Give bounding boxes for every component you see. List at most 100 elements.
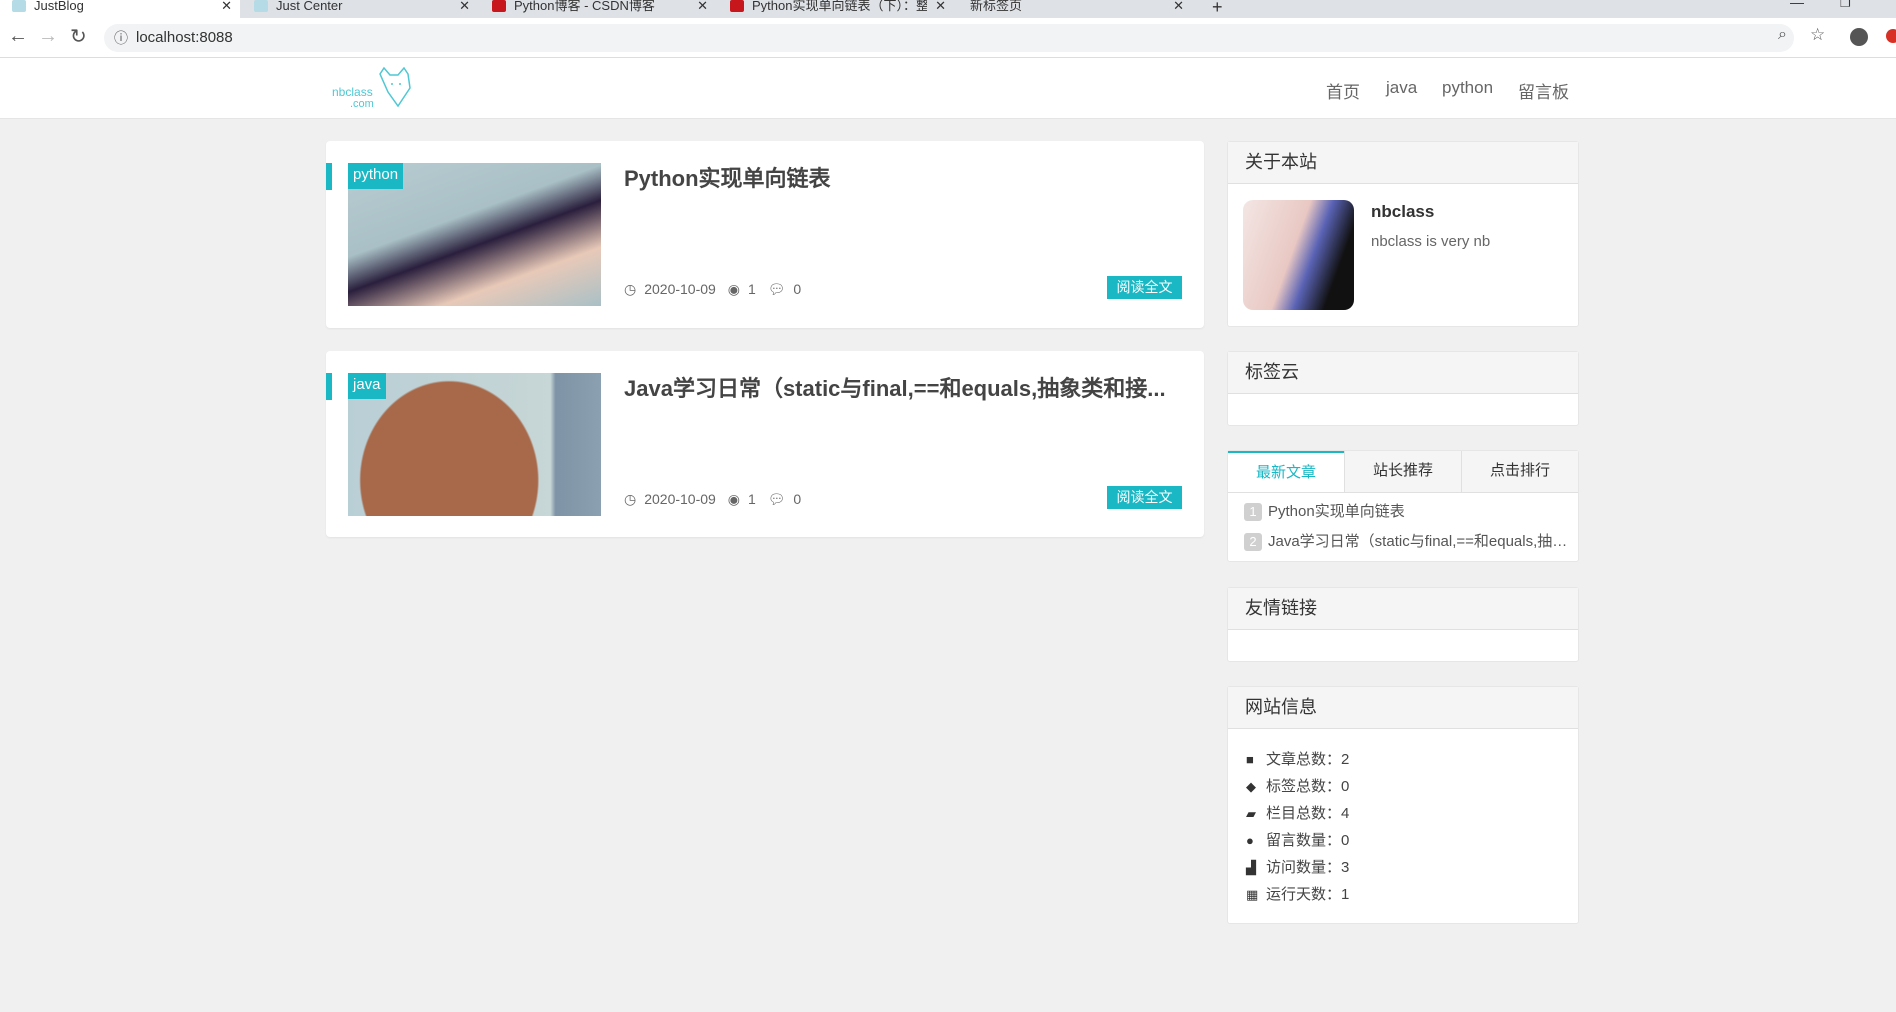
eye-icon: ◉ xyxy=(727,281,740,297)
csdn-icon xyxy=(492,0,506,12)
browser-tab[interactable]: Just Center ✕ xyxy=(242,0,478,18)
stat-value: 0 xyxy=(1341,832,1350,849)
forward-icon[interactable]: → xyxy=(38,25,58,48)
category-badge[interactable]: java xyxy=(348,373,386,399)
tab-title: Python博客 - CSDN博客 xyxy=(514,0,655,13)
favicon-icon xyxy=(254,0,268,12)
profile-icon[interactable] xyxy=(1850,28,1868,46)
svg-text:nbclass: nbclass xyxy=(332,85,373,99)
stat-label: 文章总数： xyxy=(1266,751,1342,768)
stat-label: 留言数量： xyxy=(1266,832,1342,849)
stat-label: 运行天数： xyxy=(1266,886,1342,903)
post-date: 2020-10-09 xyxy=(644,281,716,297)
eye-icon: ◉ xyxy=(727,491,740,507)
author-name: nbclass xyxy=(1371,202,1435,221)
comment-icon: 💬︎ xyxy=(767,281,786,297)
stat-value: 2 xyxy=(1341,751,1350,768)
post-meta: ◷ 2020-10-09 ◉ 1 💬︎ 0 xyxy=(624,491,809,508)
tab-title: Just Center xyxy=(276,0,343,13)
bookmark-star-icon[interactable]: ☆ xyxy=(1810,25,1825,45)
accent-bar xyxy=(326,373,332,400)
minimize-button[interactable]: — xyxy=(1790,0,1804,10)
stat-label: 栏目总数： xyxy=(1266,805,1342,822)
browser-tab[interactable]: 新标签页 ✕ xyxy=(956,0,1192,18)
browser-tab[interactable]: JustBlog ✕ xyxy=(0,0,240,18)
nav-java[interactable]: java xyxy=(1386,78,1417,98)
stat-value: 4 xyxy=(1341,805,1350,822)
about-panel: 关于本站 nbclass nbclass is very nb xyxy=(1227,141,1579,327)
browser-tab[interactable]: Python实现单向链表（下）：整 ✕ xyxy=(718,0,954,18)
bar-chart-icon: ▟ xyxy=(1246,860,1256,875)
nav-home[interactable]: 首页 xyxy=(1326,78,1360,103)
category-badge[interactable]: python xyxy=(348,163,404,189)
tab-latest[interactable]: 最新文章 xyxy=(1228,451,1344,492)
panel-title: 标签云 xyxy=(1228,352,1578,394)
panel-title: 友情链接 xyxy=(1228,588,1578,630)
list-item[interactable]: 1 Python实现单向链表 xyxy=(1228,497,1578,527)
zoom-icon[interactable]: ⌕ xyxy=(1778,26,1787,44)
nav-python[interactable]: python xyxy=(1442,78,1493,98)
avatar xyxy=(1243,200,1354,310)
stat-label: 标签总数： xyxy=(1266,778,1342,795)
article-link[interactable]: Python实现单向链表 xyxy=(1268,503,1405,520)
url-text: localhost:8088 xyxy=(136,29,233,46)
stat-articles: ■ 文章总数：2 xyxy=(1228,746,1578,773)
close-icon[interactable]: ✕ xyxy=(221,0,232,12)
csdn-icon xyxy=(730,0,744,12)
author-description: nbclass is very nb xyxy=(1371,233,1491,250)
calendar-icon: ▦ xyxy=(1246,887,1259,902)
close-icon[interactable]: ✕ xyxy=(935,0,946,12)
post-comments: 0 xyxy=(793,491,802,507)
post-title[interactable]: Python实现单向链表 xyxy=(624,161,1184,193)
tab-title: JustBlog xyxy=(34,0,84,13)
address-bar-row: ← → ↻ ⓘ localhost:8088 ⌕ ☆ xyxy=(0,18,1896,58)
list-item[interactable]: 2 Java学习日常（static与final,==和equals,抽象类和接口 xyxy=(1228,527,1568,557)
rank-badge: 1 xyxy=(1244,503,1262,521)
post-thumbnail[interactable]: java xyxy=(348,373,601,516)
browser-tab[interactable]: Python博客 - CSDN博客 ✕ xyxy=(480,0,716,18)
stat-value: 0 xyxy=(1341,778,1350,795)
stat-value: 1 xyxy=(1341,886,1350,903)
svg-text:.com: .com xyxy=(350,98,374,110)
post-title[interactable]: Java学习日常（static与final,==和equals,抽象类和接... xyxy=(624,371,1184,403)
read-more-button[interactable]: 阅读全文 xyxy=(1107,486,1182,509)
post-views: 1 xyxy=(747,491,756,507)
tab-recommended[interactable]: 站长推荐 xyxy=(1344,451,1461,492)
reload-icon[interactable]: ↻ xyxy=(70,24,87,49)
post-meta: ◷ 2020-10-09 ◉ 1 💬︎ 0 xyxy=(624,281,809,298)
tab-title: 新标签页 xyxy=(970,0,1023,13)
site-logo[interactable]: nbclass .com xyxy=(332,66,412,110)
articles-tab-panel: 最新文章 站长推荐 点击排行 1 Python实现单向链表 2 Java学习日常（s… xyxy=(1227,450,1579,562)
tab-most-clicked[interactable]: 点击排行 xyxy=(1461,451,1578,492)
back-icon[interactable]: ← xyxy=(8,25,28,48)
panel-title: 关于本站 xyxy=(1228,142,1578,184)
post-thumbnail[interactable]: python xyxy=(348,163,601,306)
stat-categories: ▰ 栏目总数：4 xyxy=(1228,800,1578,827)
nav-message-board[interactable]: 留言板 xyxy=(1518,78,1569,103)
favicon-icon xyxy=(12,0,26,12)
browser-tab-bar: JustBlog ✕ Just Center ✕ Python博客 - CSDN博客… xyxy=(0,0,1896,18)
comments-icon: ● xyxy=(1246,833,1254,848)
accent-bar xyxy=(326,163,332,190)
stat-messages: ● 留言数量：0 xyxy=(1228,827,1578,854)
tab-list: 最新文章 站长推荐 点击排行 xyxy=(1228,451,1578,493)
close-icon[interactable]: ✕ xyxy=(459,0,470,12)
panel-title: 网站信息 xyxy=(1228,687,1578,729)
new-tab-button[interactable]: + xyxy=(1212,0,1223,18)
post-comments: 0 xyxy=(793,281,802,297)
close-icon[interactable]: ✕ xyxy=(1173,0,1184,12)
post-views: 1 xyxy=(747,281,756,297)
tag-cloud-panel: 标签云 xyxy=(1227,351,1579,426)
stat-days: ▦ 运行天数：1 xyxy=(1228,881,1578,908)
close-icon[interactable]: ✕ xyxy=(697,0,708,12)
restore-button[interactable]: ❐ xyxy=(1840,0,1851,10)
stat-value: 3 xyxy=(1341,859,1350,876)
comment-icon: 💬︎ xyxy=(767,491,786,507)
rank-badge: 2 xyxy=(1244,533,1262,551)
read-more-button[interactable]: 阅读全文 xyxy=(1107,276,1182,299)
site-header: nbclass .com 首页 java python 留言板 xyxy=(0,58,1896,119)
url-input[interactable]: ⓘ localhost:8088 xyxy=(104,24,1794,52)
stat-tags: ◆ 标签总数：0 xyxy=(1228,773,1578,800)
article-link[interactable]: Java学习日常（static与final,==和equals,抽象类和接口 xyxy=(1268,533,1568,550)
extension-icon[interactable] xyxy=(1886,29,1896,43)
